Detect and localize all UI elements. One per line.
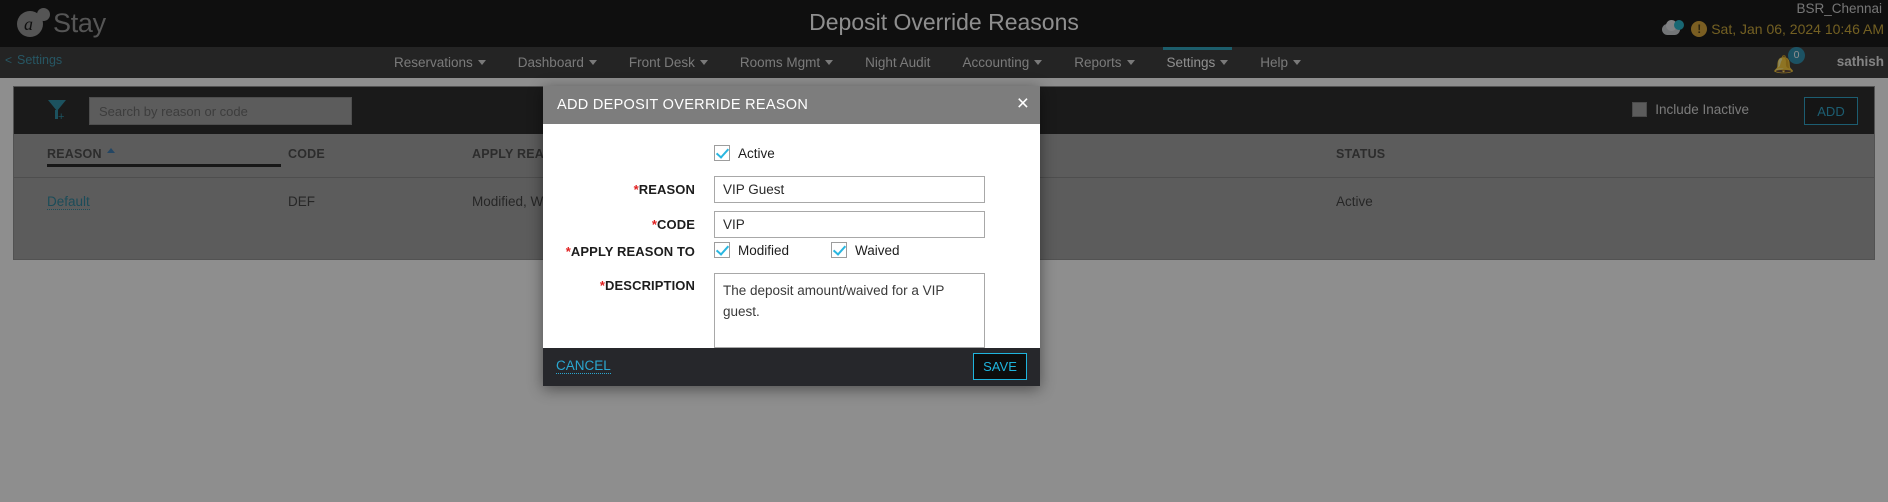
reason-label: *REASON [633, 182, 695, 197]
add-deposit-override-reason-dialog: ADD DEPOSIT OVERRIDE REASON × Active *RE… [543, 86, 1040, 386]
modified-option[interactable]: Modified [714, 242, 789, 258]
waived-option[interactable]: Waived [831, 242, 900, 258]
waived-checkbox[interactable] [831, 242, 847, 258]
active-label: Active [738, 145, 775, 161]
reason-input[interactable] [714, 176, 985, 203]
apply-reason-to-label: *APPLY REASON TO [565, 244, 695, 259]
code-label: *CODE [651, 217, 695, 232]
active-field[interactable]: Active [714, 145, 775, 161]
close-icon[interactable]: × [1017, 93, 1029, 115]
description-textarea[interactable]: The deposit amount/waived for a VIP gues… [714, 273, 985, 348]
dialog-body: Active *REASON *CODE *APPLY REASON TO Mo… [543, 124, 1040, 348]
modified-checkbox[interactable] [714, 242, 730, 258]
waived-label: Waived [855, 242, 900, 258]
save-button[interactable]: SAVE [973, 353, 1027, 380]
cancel-button[interactable]: CANCEL [556, 358, 611, 374]
dialog-header: ADD DEPOSIT OVERRIDE REASON × [543, 86, 1040, 124]
active-checkbox[interactable] [714, 145, 730, 161]
description-label: *DESCRIPTION [599, 278, 695, 293]
modified-label: Modified [738, 242, 790, 258]
dialog-title: ADD DEPOSIT OVERRIDE REASON [557, 97, 809, 113]
code-input[interactable] [714, 211, 985, 238]
dialog-footer: CANCEL SAVE [543, 348, 1040, 386]
